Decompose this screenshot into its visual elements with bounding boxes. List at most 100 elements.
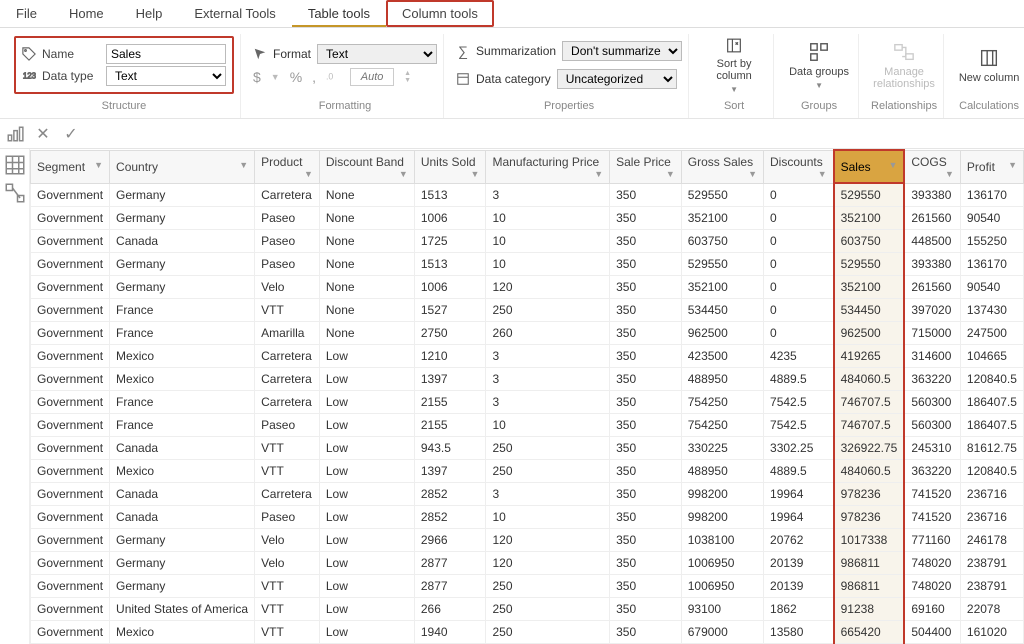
table-cell[interactable]: 250	[486, 575, 610, 598]
column-header[interactable]: Segment▼	[31, 150, 110, 183]
table-cell[interactable]: 529550	[681, 253, 763, 276]
table-cell[interactable]: 1397	[414, 368, 486, 391]
table-cell[interactable]: 352100	[834, 207, 905, 230]
table-cell[interactable]: VTT	[255, 437, 320, 460]
table-cell[interactable]: 741520	[904, 506, 960, 529]
table-cell[interactable]: VTT	[255, 299, 320, 322]
table-cell[interactable]: 1862	[764, 598, 834, 621]
table-cell[interactable]: VTT	[255, 621, 320, 644]
sort-by-column-button[interactable]: Sort by column ▼	[701, 36, 767, 94]
table-cell[interactable]: Government	[31, 414, 110, 437]
table-cell[interactable]: Low	[319, 552, 414, 575]
datacategory-select[interactable]: Uncategorized	[557, 69, 677, 89]
table-cell[interactable]: VTT	[255, 460, 320, 483]
table-cell[interactable]: 771160	[904, 529, 960, 552]
table-cell[interactable]: Paseo	[255, 253, 320, 276]
table-cell[interactable]: 350	[610, 621, 682, 644]
table-cell[interactable]: None	[319, 230, 414, 253]
table-cell[interactable]: None	[319, 207, 414, 230]
table-cell[interactable]: 7542.5	[764, 414, 834, 437]
table-cell[interactable]: 326922.75	[834, 437, 905, 460]
table-cell[interactable]: 986811	[834, 575, 905, 598]
table-cell[interactable]: 560300	[904, 391, 960, 414]
commit-icon[interactable]: ✓	[62, 125, 80, 143]
table-cell[interactable]: 350	[610, 299, 682, 322]
table-cell[interactable]: Velo	[255, 529, 320, 552]
table-cell[interactable]: Low	[319, 414, 414, 437]
table-cell[interactable]: 137430	[960, 299, 1023, 322]
table-cell[interactable]: 363220	[904, 368, 960, 391]
table-cell[interactable]: 352100	[681, 207, 763, 230]
table-cell[interactable]: 350	[610, 253, 682, 276]
menu-table-tools[interactable]: Table tools	[292, 0, 386, 27]
table-cell[interactable]: 250	[486, 437, 610, 460]
report-view-icon[interactable]	[6, 125, 24, 143]
table-cell[interactable]: None	[319, 322, 414, 345]
chevron-down-icon[interactable]: ▼	[304, 169, 313, 179]
table-cell[interactable]: Germany	[110, 575, 255, 598]
table-cell[interactable]: 3	[486, 483, 610, 506]
table-cell[interactable]: 350	[610, 414, 682, 437]
column-header[interactable]: Gross Sales▼	[681, 150, 763, 183]
table-cell[interactable]: 0	[764, 183, 834, 207]
table-cell[interactable]: 186407.5	[960, 391, 1023, 414]
table-cell[interactable]: Low	[319, 483, 414, 506]
table-cell[interactable]: Government	[31, 322, 110, 345]
table-cell[interactable]: 350	[610, 345, 682, 368]
table-cell[interactable]: 1513	[414, 253, 486, 276]
menu-file[interactable]: File	[0, 0, 53, 27]
table-cell[interactable]: VTT	[255, 575, 320, 598]
table-cell[interactable]: 3302.25	[764, 437, 834, 460]
table-cell[interactable]: 136170	[960, 253, 1023, 276]
table-cell[interactable]: 350	[610, 575, 682, 598]
table-row[interactable]: GovernmentGermanyVeloLow2966120350103810…	[31, 529, 1024, 552]
table-cell[interactable]: 155250	[960, 230, 1023, 253]
table-cell[interactable]: 19964	[764, 483, 834, 506]
table-cell[interactable]: 560300	[904, 414, 960, 437]
table-row[interactable]: GovernmentFranceCarreteraLow215533507542…	[31, 391, 1024, 414]
table-cell[interactable]: 352100	[681, 276, 763, 299]
table-cell[interactable]: 2877	[414, 575, 486, 598]
table-cell[interactable]: 93100	[681, 598, 763, 621]
table-cell[interactable]: None	[319, 299, 414, 322]
menu-home[interactable]: Home	[53, 0, 120, 27]
table-cell[interactable]: France	[110, 299, 255, 322]
table-cell[interactable]: 998200	[681, 483, 763, 506]
table-cell[interactable]: 350	[610, 391, 682, 414]
table-cell[interactable]: Mexico	[110, 460, 255, 483]
table-cell[interactable]: 1006950	[681, 552, 763, 575]
table-cell[interactable]: 20762	[764, 529, 834, 552]
table-cell[interactable]: 448500	[904, 230, 960, 253]
table-cell[interactable]: Paseo	[255, 414, 320, 437]
table-cell[interactable]: 529550	[834, 253, 905, 276]
column-header[interactable]: Discounts▼	[764, 150, 834, 183]
table-cell[interactable]: 0	[764, 253, 834, 276]
table-cell[interactable]: Government	[31, 207, 110, 230]
format-select[interactable]: Text	[317, 44, 437, 64]
table-cell[interactable]: 22078	[960, 598, 1023, 621]
table-cell[interactable]: France	[110, 322, 255, 345]
table-cell[interactable]: 423500	[681, 345, 763, 368]
table-cell[interactable]: 10	[486, 414, 610, 437]
table-cell[interactable]: Canada	[110, 230, 255, 253]
table-row[interactable]: GovernmentCanadaVTTLow943.52503503302253…	[31, 437, 1024, 460]
table-cell[interactable]: 2155	[414, 414, 486, 437]
table-cell[interactable]: 250	[486, 460, 610, 483]
table-row[interactable]: GovernmentGermanyVeloNone100612035035210…	[31, 276, 1024, 299]
table-cell[interactable]: 120	[486, 276, 610, 299]
table-cell[interactable]: 20139	[764, 552, 834, 575]
table-cell[interactable]: 330225	[681, 437, 763, 460]
table-cell[interactable]: 350	[610, 183, 682, 207]
table-cell[interactable]: Carretera	[255, 345, 320, 368]
table-cell[interactable]: Low	[319, 391, 414, 414]
table-cell[interactable]: Government	[31, 276, 110, 299]
table-cell[interactable]: 81612.75	[960, 437, 1023, 460]
table-row[interactable]: GovernmentFrancePaseoLow2155103507542507…	[31, 414, 1024, 437]
table-row[interactable]: GovernmentMexicoCarreteraLow121033504235…	[31, 345, 1024, 368]
table-cell[interactable]: 1725	[414, 230, 486, 253]
table-cell[interactable]: 4889.5	[764, 460, 834, 483]
table-cell[interactable]: 2966	[414, 529, 486, 552]
table-cell[interactable]: Paseo	[255, 230, 320, 253]
table-cell[interactable]: 236716	[960, 483, 1023, 506]
table-cell[interactable]: 250	[486, 621, 610, 644]
